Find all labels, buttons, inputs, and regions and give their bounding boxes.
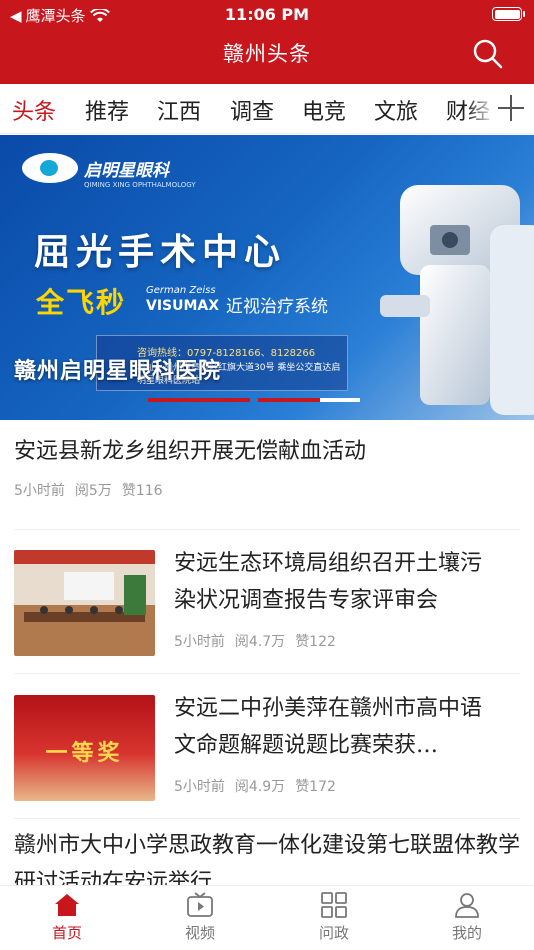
carousel-indicator — [148, 398, 360, 402]
banner-logo-text: 启明星眼科 — [84, 160, 169, 181]
user-icon — [455, 893, 479, 918]
divider — [14, 529, 520, 530]
news-likes: 赞122 — [295, 634, 336, 650]
tab-diaocha[interactable]: 调查 — [230, 94, 274, 126]
divider — [14, 818, 520, 819]
tab-jiangxi[interactable]: 江西 — [157, 94, 201, 126]
banner-brand: VISUMAX — [146, 298, 220, 314]
news-time: 5小时前 — [174, 634, 225, 650]
news-meta: 5小时前 阅4.7万 赞122 — [174, 631, 494, 651]
carousel-dot[interactable] — [258, 398, 320, 402]
nav-profile[interactable]: 我的 — [427, 892, 507, 943]
eye-logo-icon — [22, 153, 78, 183]
tab-dianjing[interactable]: 电竞 — [302, 94, 346, 126]
news-views: 阅4.9万 — [234, 779, 286, 795]
tabs-fade — [466, 84, 496, 133]
nav-home[interactable]: 首页 — [27, 892, 107, 943]
app-header: ◀ 鹰潭头条 11:06 PM 赣州头条 — [0, 0, 534, 84]
banner-logo: 启明星眼科 — [22, 153, 169, 183]
award-text: 一等奖 — [45, 741, 124, 766]
tab-toutiao[interactable]: 头条 — [12, 94, 56, 126]
add-channel-icon[interactable] — [494, 91, 528, 125]
meeting-thumbnail — [14, 550, 155, 656]
award-thumbnail: 一等奖 — [14, 695, 155, 801]
status-time: 11:06 PM — [224, 5, 310, 24]
battery-icon — [492, 7, 525, 21]
divider — [14, 673, 520, 674]
news-title: 安远生态环境局组织召开土壤污染状况调查报告专家评审会 — [174, 551, 483, 613]
news-views: 阅5万 — [74, 483, 112, 499]
laser-machine-image — [380, 185, 534, 415]
search-icon — [473, 39, 503, 69]
news-item[interactable]: 安远生态环境局组织召开土壤污染状况调查报告专家评审会 5小时前 阅4.7万 赞1… — [14, 545, 520, 660]
tab-tuijian[interactable]: 推荐 — [85, 94, 129, 126]
carousel-dot[interactable] — [148, 398, 250, 402]
nav-home-label: 首页 — [51, 924, 82, 942]
ad-banner[interactable]: 启明星眼科 QIMING XING OPHTHALMOLOGY 屈光手术中心 全… — [0, 135, 534, 420]
news-meta: 5小时前 阅5万 赞116 — [14, 480, 520, 500]
page-title: 赣州头条 — [223, 42, 311, 66]
news-item[interactable]: 一等奖 安远二中孙美萍在赣州市高中语文命题解题说题比赛荣获… 5小时前 阅4.9… — [14, 690, 520, 805]
news-meta: 5小时前 阅4.9万 赞172 — [174, 776, 494, 796]
video-icon — [187, 892, 213, 917]
search-button[interactable] — [472, 38, 504, 70]
nav-video[interactable]: 视频 — [160, 892, 240, 943]
status-bar: ◀ 鹰潭头条 11:06 PM — [0, 0, 534, 28]
banner-brand-small: German Zeiss — [146, 285, 216, 296]
news-time: 5小时前 — [174, 779, 225, 795]
news-views: 阅4.7万 — [234, 634, 286, 650]
tab-wenlv[interactable]: 文旅 — [374, 94, 418, 126]
banner-caption: 赣州启明星眼科医院 — [14, 359, 222, 384]
banner-logo-sub: QIMING XING OPHTHALMOLOGY — [84, 181, 196, 189]
news-item[interactable]: 安远县新龙乡组织开展无偿献血活动 5小时前 阅5万 赞116 — [14, 433, 520, 500]
news-title: 安远县新龙乡组织开展无偿献血活动 — [14, 439, 367, 464]
news-likes: 赞172 — [295, 779, 336, 795]
nav-profile-label: 我的 — [451, 924, 482, 942]
channel-tabs: 头条 推荐 江西 调查 电竞 文旅 财经 — [0, 84, 534, 134]
nav-wenzheng-label: 问政 — [318, 924, 349, 942]
news-title: 安远二中孙美萍在赣州市高中语文命题解题说题比赛荣获… — [174, 696, 483, 758]
nav-video-label: 视频 — [184, 924, 215, 942]
news-likes: 赞116 — [121, 483, 163, 499]
banner-subhead: 全飞秒 — [36, 286, 127, 319]
bottom-nav: 首页 视频 问政 我的 — [0, 885, 534, 950]
nav-wenzheng[interactable]: 问政 — [294, 892, 374, 943]
home-icon — [55, 894, 79, 916]
news-time: 5小时前 — [14, 483, 65, 499]
banner-system: 近视治疗系统 — [226, 297, 328, 317]
banner-headline: 屈光手术中心 — [34, 232, 287, 273]
grid-icon — [321, 892, 347, 918]
carousel-dot-active[interactable] — [320, 398, 360, 402]
